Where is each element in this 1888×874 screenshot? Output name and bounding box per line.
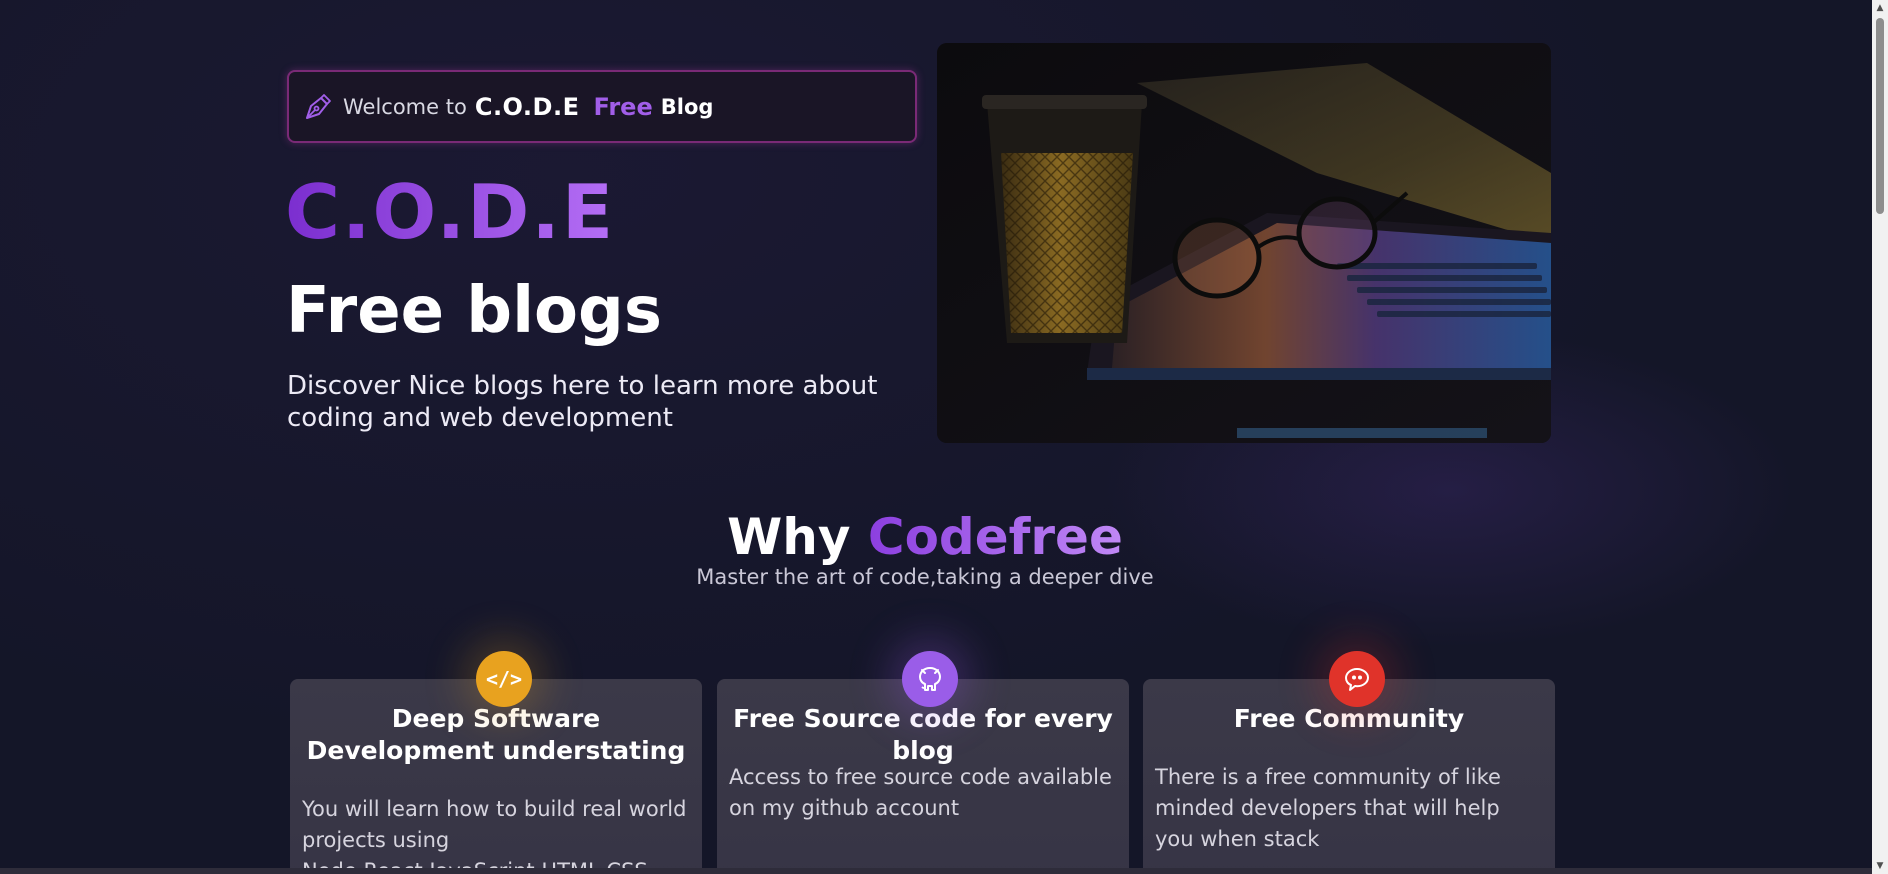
bottom-strip (0, 868, 1872, 874)
feature-card-development: Deep Software Development understating Y… (290, 679, 702, 874)
card-title: Deep Software Development understating (306, 704, 686, 765)
welcome-banner: Welcome to C.O.D.E Free Blog (287, 70, 917, 143)
hero-description: Discover Nice blogs here to learn more a… (287, 371, 878, 433)
feature-card-community: Free Community There is a free community… (1143, 679, 1555, 874)
why-subtitle: Master the art of code,taking a deeper d… (696, 565, 1154, 589)
card-title: Free Community (1233, 704, 1465, 733)
hero-title: Free blogs (286, 274, 662, 348)
page: Welcome to C.O.D.E Free Blog C.O.D.E Fre… (0, 0, 1872, 874)
why-title-accent: Codefree (867, 508, 1123, 566)
page-scrollbar[interactable]: ▲ ▼ (1872, 0, 1888, 874)
pen-icon (303, 92, 333, 122)
card-title: Free Source code for every blog (733, 704, 1113, 765)
card-text: You will learn how to build real world p… (302, 797, 687, 874)
hero-brand: C.O.D.E (285, 168, 616, 256)
card-text: There is a free community of like minded… (1155, 765, 1501, 851)
code-icon-glyph: </> (485, 667, 523, 691)
welcome-brand: C.O.D.E (474, 92, 580, 121)
chat-icon (1329, 651, 1385, 707)
code-icon: </> (476, 651, 532, 707)
welcome-text: Welcome to (343, 94, 467, 119)
why-title: Why Codefree (0, 508, 1850, 566)
github-icon (902, 651, 958, 707)
why-title-word: Why (727, 508, 851, 566)
scroll-up-arrow-icon[interactable]: ▲ (1875, 3, 1885, 13)
hero-image (937, 43, 1551, 443)
welcome-blog: Blog (660, 94, 714, 119)
welcome-free: Free (593, 92, 653, 121)
card-text: Access to free source code available on … (729, 765, 1112, 820)
scrollbar-thumb[interactable] (1876, 18, 1884, 214)
feature-card-source-code: Free Source code for every blog Access t… (717, 679, 1129, 874)
scroll-down-arrow-icon[interactable]: ▼ (1875, 861, 1885, 871)
